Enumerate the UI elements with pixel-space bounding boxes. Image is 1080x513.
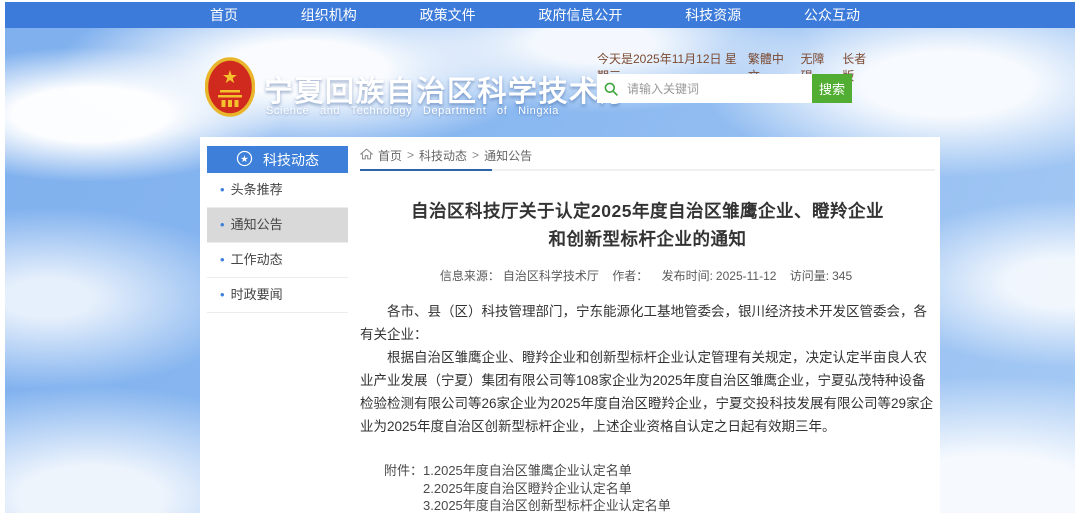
breadcrumb-separator: > <box>407 148 414 162</box>
sidebar-menu: 头条推荐 通知公告 工作动态 时政要闻 <box>207 173 348 313</box>
top-navigation: 首页 组织机构 政策文件 政府信息公开 科技资源 公众互动 <box>5 2 1075 28</box>
article-title-line1: 自治区科技厅关于认定2025年度自治区雏鹰企业、瞪羚企业 <box>411 201 884 221</box>
svg-text:★: ★ <box>222 67 238 87</box>
nav-item-gov-info-disclosure[interactable]: 政府信息公开 <box>538 5 622 25</box>
paragraph-salutation: 各市、县（区）科技管理部门，宁东能源化工基地管委会，银川经济技术开发区管委会，各… <box>360 300 935 346</box>
attachments-list: 1.2025年度自治区雏鹰企业认定名单 2.2025年度自治区瞪羚企业认定名单 … <box>423 462 671 513</box>
sidebar-item-headlines[interactable]: 头条推荐 <box>207 173 348 208</box>
meta-time-value: 2025-11-12 <box>716 269 777 283</box>
nav-item-organization[interactable]: 组织机构 <box>301 5 357 25</box>
nav-item-home[interactable]: 首页 <box>210 5 238 25</box>
breadcrumb-home[interactable]: 首页 <box>378 147 402 164</box>
breadcrumb-tech-news[interactable]: 科技动态 <box>419 147 467 164</box>
search-input[interactable] <box>625 75 812 102</box>
article-title: 自治区科技厅关于认定2025年度自治区雏鹰企业、瞪羚企业 和创新型标杆企业的通知 <box>360 197 935 253</box>
sidebar-item-current-politics[interactable]: 时政要闻 <box>207 278 348 313</box>
nav-item-public-interaction[interactable]: 公众互动 <box>804 5 860 25</box>
breadcrumb: 首页 > 科技动态 > 通知公告 <box>360 145 935 165</box>
sidebar-header: ★ 科技动态 <box>207 146 348 173</box>
article: 首页 > 科技动态 > 通知公告 自治区科技厅关于认定2025年度自治区雏鹰企业… <box>360 145 935 513</box>
meta-time-label: 发布时间: <box>662 269 713 283</box>
article-body: 各市、县（区）科技管理部门，宁东能源化工基地管委会，银川经济技术开发区管委会，各… <box>360 300 935 438</box>
svg-text:★: ★ <box>240 154 248 164</box>
star-circle-icon: ★ <box>236 150 253 170</box>
home-icon <box>360 148 373 163</box>
article-title-line2: 和创新型标杆企业的通知 <box>549 229 747 249</box>
site-subtitle: Science and Technology Department of Nin… <box>266 105 559 117</box>
sidebar-item-notices[interactable]: 通知公告 <box>207 208 348 243</box>
breadcrumb-notices[interactable]: 通知公告 <box>484 147 532 164</box>
meta-views-value: 345 <box>832 269 852 283</box>
nav-item-policy-documents[interactable]: 政策文件 <box>420 5 476 25</box>
nav-item-tech-resources[interactable]: 科技资源 <box>685 5 741 25</box>
meta-views-label: 访问量: <box>790 269 829 283</box>
breadcrumb-separator: > <box>472 148 479 162</box>
national-emblem-logo: ★ <box>205 57 255 119</box>
breadcrumb-underline <box>360 169 935 171</box>
attachment-link-benchmark-list[interactable]: 3.2025年度自治区创新型标杆企业认定名单 <box>423 497 671 513</box>
sidebar-title: 科技动态 <box>263 150 319 170</box>
meta-source-value: 自治区科学技术厅 <box>503 269 599 283</box>
sidebar: ★ 科技动态 头条推荐 通知公告 工作动态 时政要闻 <box>207 146 348 313</box>
search-button[interactable]: 搜索 <box>812 74 852 103</box>
paragraph-main: 根据自治区雏鹰企业、瞪羚企业和创新型标杆企业认定管理有关规定，决定认定半亩良人农… <box>360 346 935 438</box>
sidebar-item-work-news[interactable]: 工作动态 <box>207 243 348 278</box>
search-icon <box>597 81 625 97</box>
content-panel: ★ 科技动态 头条推荐 通知公告 工作动态 时政要闻 首页 > <box>200 137 940 513</box>
search-bar: 搜索 <box>597 74 852 103</box>
attachments-label: 附件： <box>384 462 423 513</box>
site-title: 宁夏回族自治区科学技术厅 <box>264 68 630 110</box>
meta-source-label: 信息来源： <box>440 269 500 283</box>
attachment-link-eagle-list[interactable]: 1.2025年度自治区雏鹰企业认定名单 <box>423 462 671 480</box>
meta-author-label: 作者： <box>612 269 648 283</box>
page: 首页 组织机构 政策文件 政府信息公开 科技资源 公众互动 ★ 宁夏回族自治区科… <box>0 0 1080 513</box>
attachments: 附件： 1.2025年度自治区雏鹰企业认定名单 2.2025年度自治区瞪羚企业认… <box>360 462 935 513</box>
breadcrumb-underline-accent <box>360 169 492 171</box>
article-meta: 信息来源：自治区科学技术厅 作者： 发布时间:2025-11-12 访问量:34… <box>360 267 935 284</box>
attachment-link-gazelle-list[interactable]: 2.2025年度自治区瞪羚企业认定名单 <box>423 480 671 498</box>
